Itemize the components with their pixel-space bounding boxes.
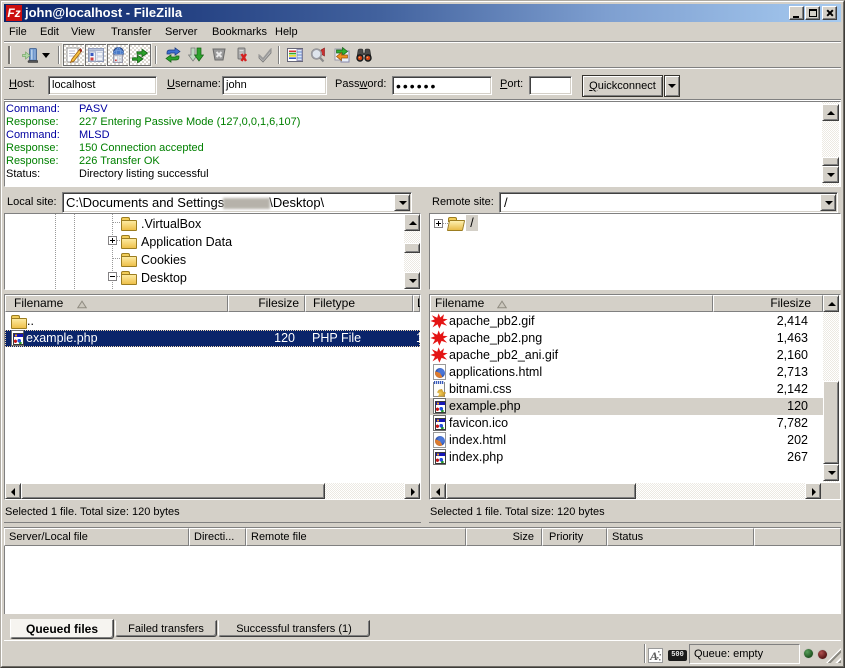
svg-text:A: A: [649, 649, 658, 662]
